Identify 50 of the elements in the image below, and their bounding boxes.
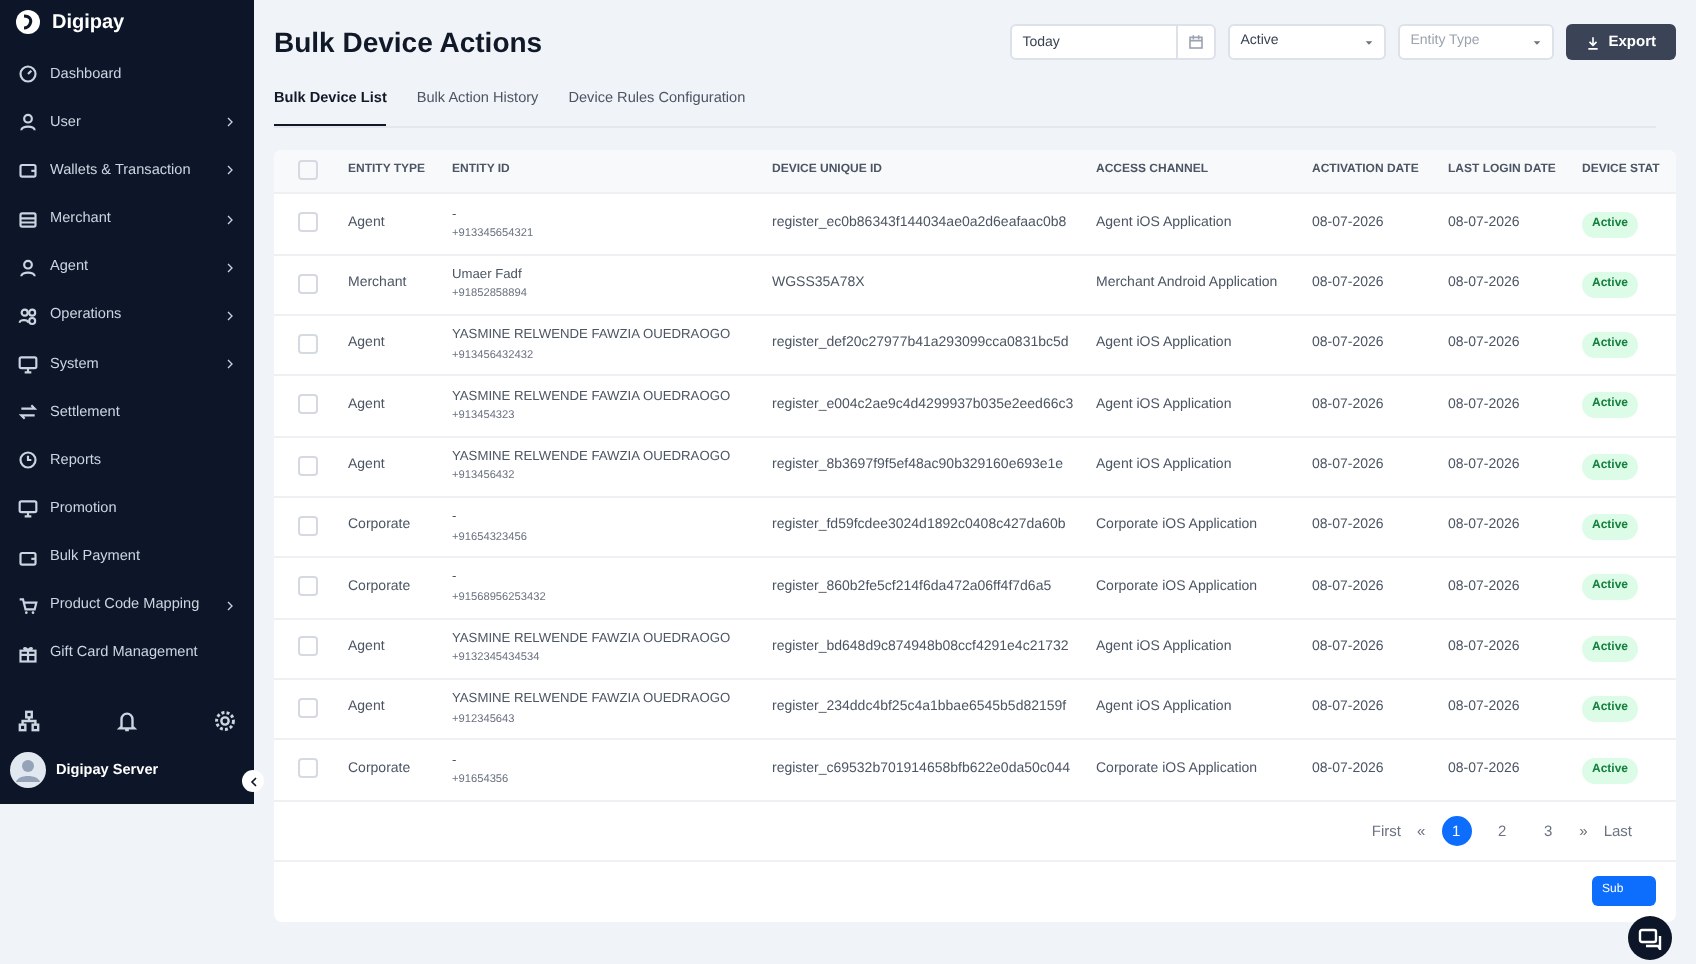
chevron-icon [224, 599, 236, 612]
gift-icon [18, 643, 38, 664]
monitor-icon [18, 498, 38, 519]
network-icon [18, 710, 40, 733]
chevron-icon [224, 309, 236, 322]
avatar-icon [10, 752, 46, 789]
chevron-icon [247, 775, 259, 787]
checkbox[interactable] [298, 576, 318, 597]
store-icon [18, 209, 38, 230]
arrows-icon [18, 402, 38, 423]
checkbox[interactable] [298, 697, 318, 718]
logo-icon [16, 10, 40, 34]
people-icon [18, 305, 38, 326]
checkbox[interactable] [298, 758, 318, 779]
chevron-icon [224, 358, 236, 371]
chevron-icon [224, 164, 236, 177]
settings-icon [214, 710, 236, 733]
calendar-button[interactable] [1178, 24, 1217, 60]
page-title: Bulk Device Actions [274, 25, 545, 59]
chevron-icon [224, 213, 236, 226]
calendar-icon [1188, 34, 1205, 50]
network-button[interactable] [18, 710, 40, 733]
checkbox[interactable] [298, 455, 318, 476]
checkbox[interactable] [298, 515, 318, 536]
clock-icon [18, 450, 38, 471]
checkbox[interactable] [298, 273, 318, 294]
collapse-button[interactable] [242, 770, 264, 792]
gauge-icon [18, 64, 38, 85]
caret-icon [1532, 37, 1543, 47]
chat-button[interactable] [1628, 916, 1672, 960]
chevron-icon [224, 116, 236, 129]
brand-name: Digipay [52, 9, 125, 37]
checkbox[interactable] [298, 160, 318, 181]
checkbox[interactable] [298, 334, 318, 354]
cart-icon [18, 595, 38, 616]
person-icon [18, 112, 38, 133]
bell-button[interactable] [116, 710, 138, 733]
download-icon [1586, 35, 1601, 49]
wallet-icon [18, 160, 38, 181]
wallet-icon [18, 547, 38, 568]
chevron-icon [224, 261, 236, 274]
settings-button[interactable] [214, 710, 236, 733]
checkbox[interactable] [298, 636, 318, 657]
caret-icon [1364, 37, 1375, 47]
monitor-icon [18, 354, 38, 375]
bell-icon [116, 710, 138, 733]
chat-icon [1638, 926, 1662, 950]
checkbox[interactable] [298, 394, 318, 415]
checkbox[interactable] [298, 212, 318, 233]
person-icon [18, 257, 38, 278]
